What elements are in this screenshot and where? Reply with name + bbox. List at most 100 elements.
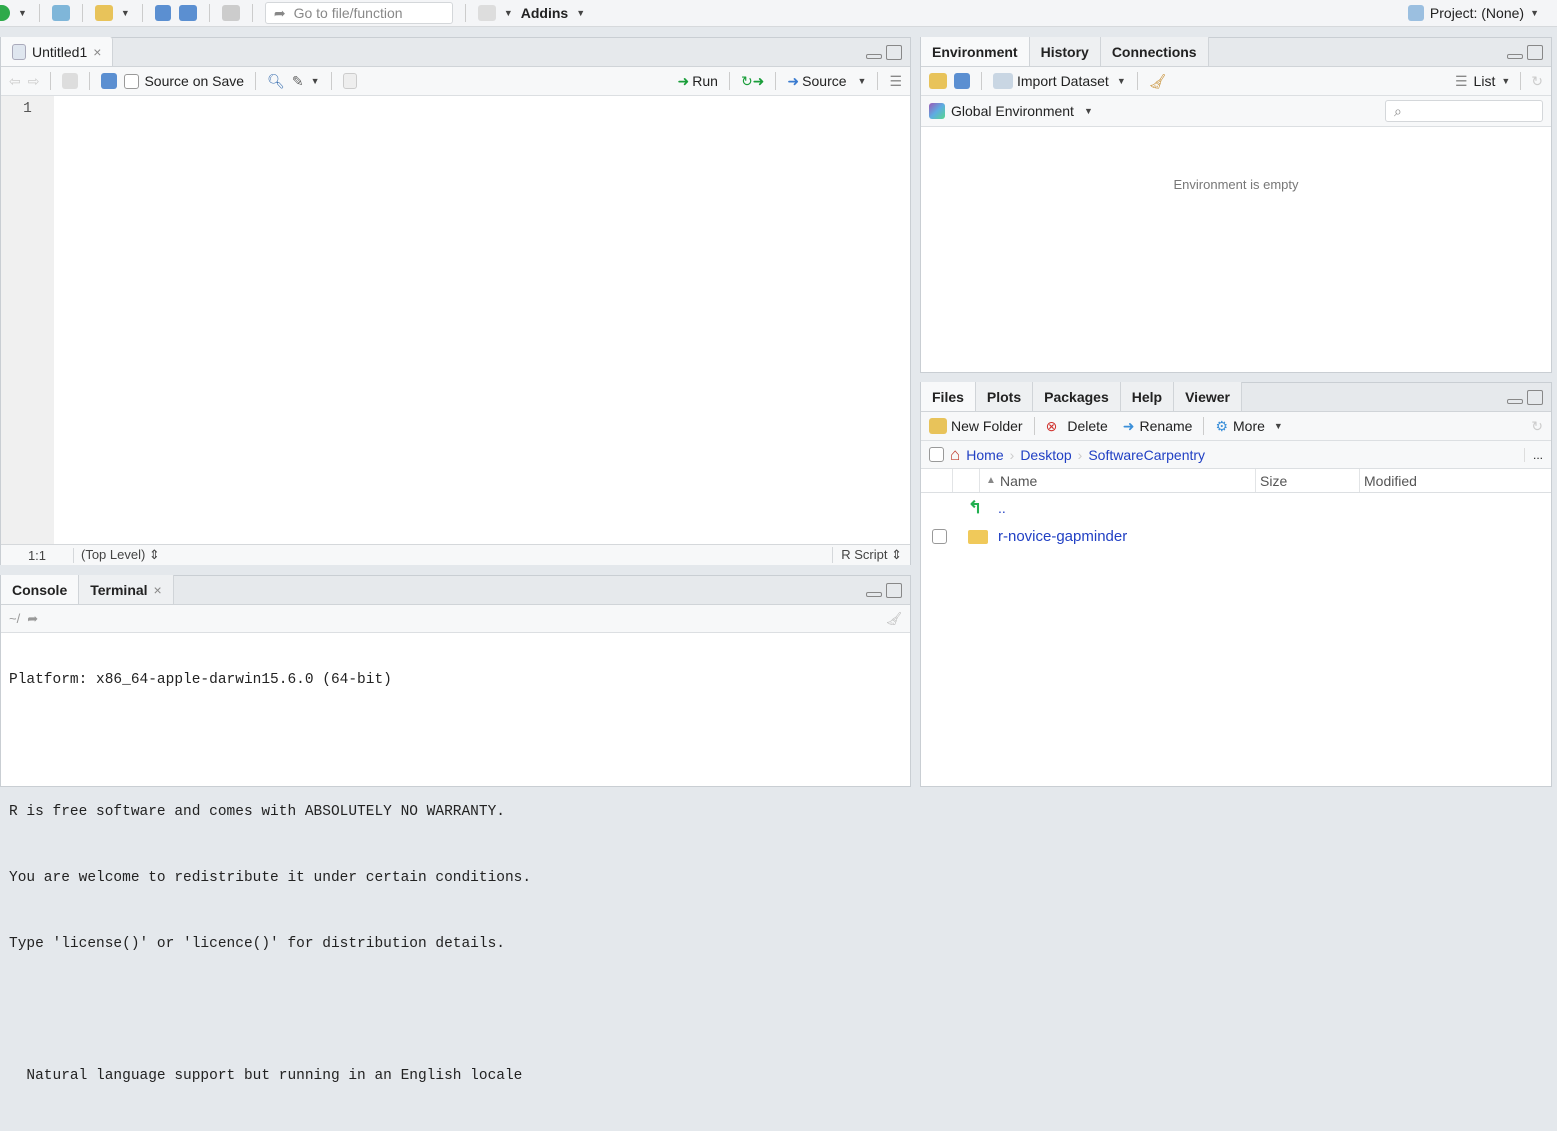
refresh-icon[interactable]: ↻ <box>1531 73 1543 90</box>
chevron-down-icon: ▼ <box>1273 421 1283 431</box>
tab-untitled1[interactable]: Untitled1 × <box>1 37 114 66</box>
import-dataset-label: Import Dataset <box>1017 73 1109 89</box>
chevron-down-icon[interactable]: ▼ <box>504 8 513 18</box>
column-modified[interactable]: Modified <box>1360 473 1417 489</box>
breadcrumb-desktop[interactable]: Desktop <box>1020 447 1071 463</box>
compile-report-icon[interactable] <box>342 73 357 89</box>
load-workspace-icon[interactable] <box>929 73 947 89</box>
save-all-icon[interactable] <box>178 5 197 21</box>
chevron-down-icon[interactable]: ▼ <box>18 8 27 18</box>
scope-selector[interactable]: (Top Level) ⇕ <box>74 547 160 563</box>
grid-layout-icon[interactable] <box>477 5 496 21</box>
delete-label: Delete <box>1067 418 1108 434</box>
file-type-selector[interactable]: R Script ⇕ <box>832 547 910 563</box>
tab-environment[interactable]: Environment <box>921 37 1030 66</box>
addins-menu[interactable]: Addins <box>521 5 568 21</box>
run-label: Run <box>692 73 718 89</box>
file-row[interactable]: r-novice-gapminder <box>921 522 1551 551</box>
code-editor[interactable]: 1 <box>1 96 910 544</box>
console-line: Platform: x86_64-apple-darwin15.6.0 (64-… <box>9 672 392 688</box>
file-row[interactable]: ↰ .. <box>921 493 1551 522</box>
tab-label: Terminal <box>90 581 148 598</box>
chevron-down-icon: ▼ <box>1501 76 1511 86</box>
source-pane: Untitled1 × ⇦ ⇨ Source on Save 🔍︎ ✎ ▼ ➜ Run… <box>0 37 911 565</box>
tab-plots[interactable]: Plots <box>975 382 1034 411</box>
print-icon[interactable] <box>221 5 240 21</box>
rename-button[interactable]: ➜ Rename <box>1123 418 1193 435</box>
refresh-icon[interactable]: ↻ <box>1531 418 1543 435</box>
close-icon[interactable]: × <box>154 582 162 598</box>
tab-help[interactable]: Help <box>1120 382 1175 411</box>
home-icon[interactable]: ⌂ <box>950 445 960 465</box>
open-folder-icon[interactable] <box>94 5 113 21</box>
minimize-button[interactable] <box>1507 53 1523 59</box>
goto-file-input[interactable]: ➦ Go to file/function <box>264 2 453 24</box>
close-icon[interactable]: × <box>93 44 101 60</box>
project-menu[interactable]: Project: (None) ▼ <box>1407 5 1539 21</box>
console-output[interactable]: Platform: x86_64-apple-darwin15.6.0 (64-… <box>1 625 910 1131</box>
save-workspace-icon[interactable] <box>954 73 970 89</box>
tab-connections[interactable]: Connections <box>1100 37 1209 66</box>
rename-label: Rename <box>1139 418 1193 434</box>
chevron-down-icon[interactable]: ▼ <box>121 8 130 18</box>
goto-arrow-icon: ➦ <box>273 4 286 21</box>
outline-icon[interactable]: ☰ <box>889 73 902 90</box>
tab-files[interactable]: Files <box>921 382 976 411</box>
tab-history[interactable]: History <box>1029 37 1101 66</box>
rerun-icon[interactable]: ↻➜ <box>741 73 764 90</box>
environment-icon <box>929 103 945 119</box>
minimize-button[interactable] <box>1507 398 1523 404</box>
maximize-button[interactable] <box>1527 44 1543 60</box>
breadcrumb-home[interactable]: Home <box>966 447 1003 463</box>
tab-packages[interactable]: Packages <box>1033 382 1121 411</box>
console-line: Natural language support but running in … <box>9 1068 523 1084</box>
broom-icon[interactable]: 🧹︎ <box>1149 73 1167 90</box>
column-size[interactable]: Size <box>1256 469 1360 492</box>
magic-wand-icon[interactable]: ✎ <box>292 73 304 90</box>
more-button[interactable]: ⚙ More ▼ <box>1215 418 1282 435</box>
clear-console-icon[interactable]: 🧹︎ <box>885 611 902 627</box>
chevron-down-icon: ▼ <box>1083 106 1093 116</box>
save-icon[interactable] <box>101 73 118 89</box>
console-pane: Console Terminal × ~/ ➦ 🧹︎ Platform: x86_6… <box>0 575 911 1084</box>
environment-search-input[interactable]: ⌕ <box>1385 100 1543 122</box>
go-to-directory-icon[interactable]: ➦ <box>27 611 38 627</box>
new-project-icon[interactable] <box>51 5 70 21</box>
tab-console[interactable]: Console <box>1 575 80 604</box>
main-toolbar: ▼ ▼ ➦ Go to file/function ▼ Addins ▼ Proj… <box>0 0 1557 27</box>
environment-scope-selector[interactable]: Global Environment ▼ <box>929 103 1093 119</box>
back-icon[interactable]: ⇦ <box>9 73 21 90</box>
run-button[interactable]: ➜ Run <box>678 73 718 90</box>
import-dataset-button[interactable]: Import Dataset ▼ <box>993 73 1126 89</box>
maximize-button[interactable] <box>1527 389 1543 405</box>
breadcrumb-softwarecarpentry[interactable]: SoftwareCarpentry <box>1088 447 1205 463</box>
delete-button[interactable]: ⊗ Delete <box>1046 418 1108 435</box>
minimize-button[interactable] <box>866 591 882 597</box>
source-label: Source <box>802 73 847 89</box>
minimize-button[interactable] <box>866 53 882 59</box>
view-mode-selector[interactable]: ☰ List ▼ <box>1455 73 1510 90</box>
new-folder-button[interactable]: New Folder <box>929 418 1023 434</box>
checkbox[interactable] <box>124 73 140 89</box>
save-icon[interactable] <box>154 5 171 21</box>
forward-icon[interactable]: ⇨ <box>28 73 40 90</box>
maximize-button[interactable] <box>886 582 902 598</box>
source-button[interactable]: ➜ Source ▼ <box>787 73 866 90</box>
column-name[interactable]: ▲ Name <box>980 469 1256 492</box>
row-checkbox[interactable] <box>932 529 947 544</box>
file-name-link[interactable]: .. <box>998 500 1006 516</box>
select-all-checkbox[interactable] <box>929 447 944 462</box>
tab-viewer[interactable]: Viewer <box>1174 382 1242 411</box>
file-name-link[interactable]: r-novice-gapminder <box>998 528 1127 545</box>
maximize-button[interactable] <box>886 44 902 60</box>
console-line: You are welcome to redistribute it under… <box>9 870 532 886</box>
source-on-save-checkbox[interactable]: Source on Save <box>124 73 244 89</box>
tab-terminal[interactable]: Terminal × <box>79 575 174 604</box>
goto-placeholder: Go to file/function <box>293 5 403 21</box>
go-to-directory-button[interactable]: ... <box>1523 447 1543 462</box>
chevron-down-icon[interactable]: ▼ <box>311 76 320 86</box>
new-file-icon[interactable] <box>0 5 10 21</box>
show-in-window-icon[interactable] <box>62 73 79 89</box>
search-icon[interactable]: 🔍︎ <box>267 73 285 90</box>
